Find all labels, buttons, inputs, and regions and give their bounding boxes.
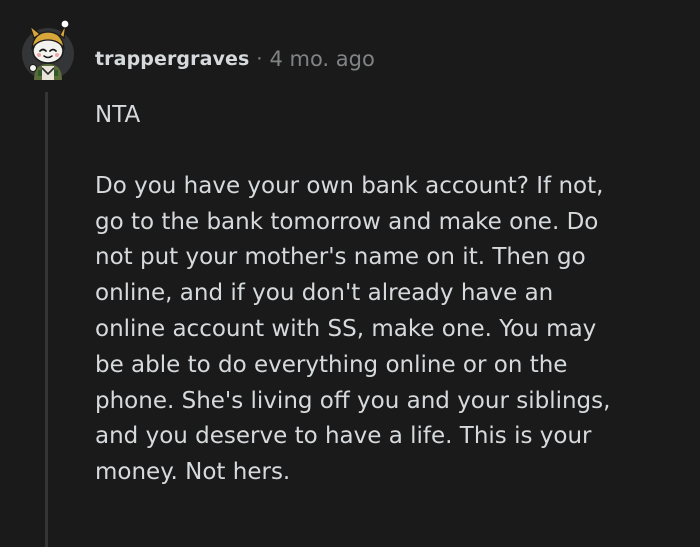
text-line: be able to do everything online or on th… xyxy=(95,351,568,378)
author-username[interactable]: trappergraves xyxy=(95,48,249,70)
comment: trappergraves · 4 mo. ago NTA Do you hav… xyxy=(0,0,700,547)
comment-meta: trappergraves · 4 mo. ago xyxy=(95,44,375,74)
avatar[interactable] xyxy=(20,18,76,82)
text-line: and you deserve to have a life. This is … xyxy=(95,423,592,450)
comment-body: NTA Do you have your own bank account? I… xyxy=(95,98,685,491)
comment-timestamp[interactable]: 4 mo. ago xyxy=(269,47,374,71)
comment-paragraph: Do you have your own bank account? If no… xyxy=(95,169,685,491)
text-line: online, and if you don't already have an xyxy=(95,280,554,307)
thread-collapse-line[interactable] xyxy=(45,92,48,547)
text-line: online account with SS, make one. You ma… xyxy=(95,315,597,342)
meta-separator: · xyxy=(256,48,263,70)
comment-paragraph: NTA xyxy=(95,98,685,134)
text-line: money. Not hers. xyxy=(95,459,291,486)
text-line: go to the bank tomorrow and make one. Do xyxy=(95,208,599,235)
text-line: not put your mother's name on it. Then g… xyxy=(95,244,586,271)
snoo-avatar-icon xyxy=(22,19,74,80)
text-line: Do you have your own bank account? If no… xyxy=(95,172,604,199)
text-line: NTA xyxy=(95,102,141,128)
text-line: phone. She's living off you and your sib… xyxy=(95,387,611,414)
